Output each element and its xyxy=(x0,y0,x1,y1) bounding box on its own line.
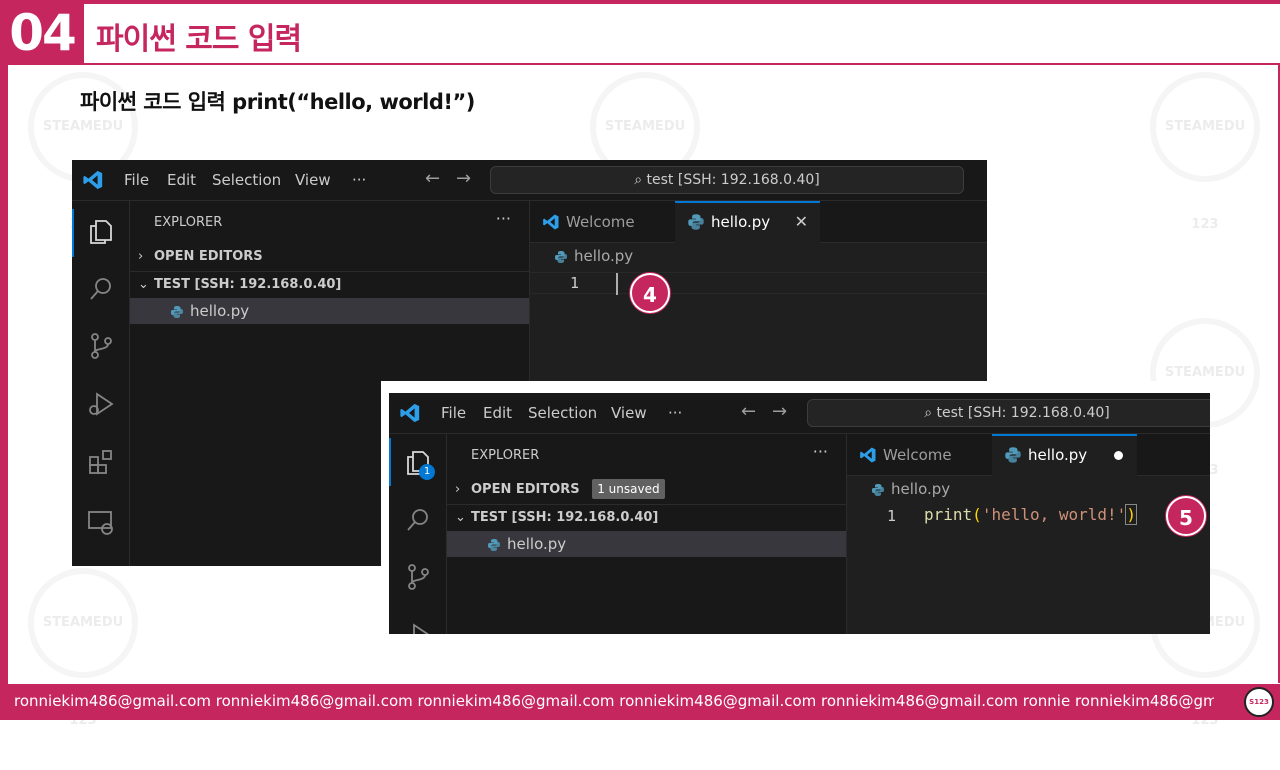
step-marker-4: 4 xyxy=(630,273,670,313)
back-arrow-icon[interactable]: ← xyxy=(425,168,440,189)
steamedu-logo-icon: S123 xyxy=(1244,687,1274,717)
menu-selection[interactable]: Selection xyxy=(212,171,281,189)
open-editors-section[interactable]: › OPEN EDITORS xyxy=(130,244,529,270)
menu-file[interactable]: File xyxy=(441,404,466,422)
python-file-icon xyxy=(488,538,500,551)
tab-hello-py[interactable]: hello.py xyxy=(992,434,1137,476)
step-marker-5: 5 xyxy=(1166,496,1206,536)
menu-edit[interactable]: Edit xyxy=(167,171,196,189)
code-string-literal: 'hello, world!' xyxy=(981,505,1127,524)
breadcrumb[interactable]: hello.py xyxy=(871,480,950,498)
editor-tabs: Welcome hello.py ✕ xyxy=(530,201,987,243)
python-file-icon xyxy=(555,250,567,263)
menu-more[interactable]: ··· xyxy=(668,404,682,422)
unsaved-dot-icon[interactable] xyxy=(1114,451,1123,460)
close-tab-icon[interactable]: ✕ xyxy=(795,203,808,241)
workspace-folder-section[interactable]: ⌄ TEST [SSH: 192.168.0.40] xyxy=(130,271,529,297)
explorer-sidebar: EXPLORER ··· › OPEN EDITORS 1 unsaved ⌄ … xyxy=(447,434,847,634)
top-border xyxy=(0,0,1280,4)
menu-view[interactable]: View xyxy=(611,404,647,422)
python-file-icon xyxy=(1005,447,1021,463)
header-rule xyxy=(8,63,1280,65)
menu-view[interactable]: View xyxy=(295,171,331,189)
file-item-hello-py[interactable]: hello.py xyxy=(447,531,846,557)
tab-hello-py[interactable]: hello.py ✕ xyxy=(675,201,820,243)
code-function-name: print xyxy=(924,505,973,524)
menu-selection[interactable]: Selection xyxy=(528,404,597,422)
activity-bar: 1 xyxy=(389,434,447,634)
chevron-down-icon: ⌄ xyxy=(138,277,149,292)
menu-file[interactable]: File xyxy=(124,171,149,189)
source-control-icon[interactable] xyxy=(86,331,116,361)
workspace-folder-section[interactable]: ⌄ TEST [SSH: 192.168.0.40] xyxy=(447,504,846,530)
open-editors-section[interactable]: › OPEN EDITORS 1 unsaved xyxy=(447,477,846,503)
editor-tabs: Welcome hello.py xyxy=(847,434,1210,476)
run-debug-icon[interactable] xyxy=(403,620,433,634)
left-border xyxy=(0,0,8,720)
search-icon[interactable] xyxy=(86,274,116,304)
explorer-title: EXPLORER xyxy=(471,448,540,463)
title-bar: File Edit Selection View ··· ← → ⌕ test … xyxy=(72,160,987,201)
run-debug-icon[interactable] xyxy=(86,389,116,419)
line-number: 1 xyxy=(570,274,580,292)
active-indicator xyxy=(72,209,74,257)
extensions-icon[interactable] xyxy=(86,447,116,477)
current-line-highlight xyxy=(530,272,987,294)
unsaved-badge: 1 unsaved xyxy=(592,479,665,499)
code-editor[interactable]: hello.py 1 print('hello, world!') xyxy=(847,476,1210,634)
chevron-right-icon: › xyxy=(138,249,144,264)
line-number: 1 xyxy=(887,507,897,525)
python-file-icon xyxy=(688,214,704,230)
python-file-icon xyxy=(872,483,884,496)
file-item-hello-py[interactable]: hello.py xyxy=(130,298,529,324)
code-open-paren: ( xyxy=(972,505,982,524)
forward-arrow-icon[interactable]: → xyxy=(772,401,787,422)
footer-bar: ronniekim486@gmail.com ronniekim486@gmai… xyxy=(0,684,1280,720)
back-arrow-icon[interactable]: ← xyxy=(741,401,756,422)
vscode-window-after: File Edit Selection View ··· ← → ⌕ test … xyxy=(381,381,1210,634)
activity-bar xyxy=(72,201,130,566)
explorer-title: EXPLORER xyxy=(154,215,223,230)
search-icon: ⌕ xyxy=(924,405,937,421)
code-line[interactable]: print('hello, world!') xyxy=(924,504,1137,525)
menu-more[interactable]: ··· xyxy=(352,171,366,189)
slide-number: 04 xyxy=(0,4,84,63)
vscode-logo-icon xyxy=(543,214,559,230)
explorer-more-button[interactable]: ··· xyxy=(496,209,511,228)
active-indicator xyxy=(389,438,391,486)
vscode-logo-icon xyxy=(83,170,103,190)
slide-title: 파이썬 코드 입력 xyxy=(96,22,302,57)
explorer-files-icon[interactable] xyxy=(86,217,116,247)
chevron-right-icon: › xyxy=(455,482,461,497)
python-file-icon xyxy=(171,305,183,318)
watermark-logo: STEAMEDU 123 xyxy=(28,568,138,728)
tab-welcome[interactable]: Welcome xyxy=(530,201,675,243)
slide-subtitle: 파이썬 코드 입력 print(“hello, world!”) xyxy=(80,90,475,114)
menu-edit[interactable]: Edit xyxy=(483,404,512,422)
vscode-logo-icon xyxy=(400,403,420,423)
source-control-icon[interactable] xyxy=(403,562,433,592)
chevron-down-icon: ⌄ xyxy=(455,510,466,525)
code-close-paren: ) xyxy=(1125,504,1137,525)
explorer-more-button[interactable]: ··· xyxy=(813,442,828,461)
title-bar: File Edit Selection View ··· ← → ⌕ test … xyxy=(389,393,1210,434)
vscode-logo-icon xyxy=(860,447,876,463)
search-icon[interactable] xyxy=(403,505,433,535)
footer-email-text: ronniekim486@gmail.com ronniekim486@gmai… xyxy=(14,692,1214,710)
remote-explorer-icon[interactable] xyxy=(86,507,116,537)
text-cursor xyxy=(616,273,618,295)
breadcrumb[interactable]: hello.py xyxy=(554,247,633,265)
command-center-search[interactable]: ⌕ test [SSH: 192.168.0.40] xyxy=(490,166,964,194)
watermark-logo: STEAMEDU 123 xyxy=(1150,72,1260,232)
forward-arrow-icon[interactable]: → xyxy=(456,168,471,189)
search-icon: ⌕ xyxy=(634,172,647,188)
tab-welcome[interactable]: Welcome xyxy=(847,434,992,476)
command-center-search[interactable]: ⌕ test [SSH: 192.168.0.40] xyxy=(807,399,1210,427)
unsaved-count-badge: 1 xyxy=(419,464,435,480)
